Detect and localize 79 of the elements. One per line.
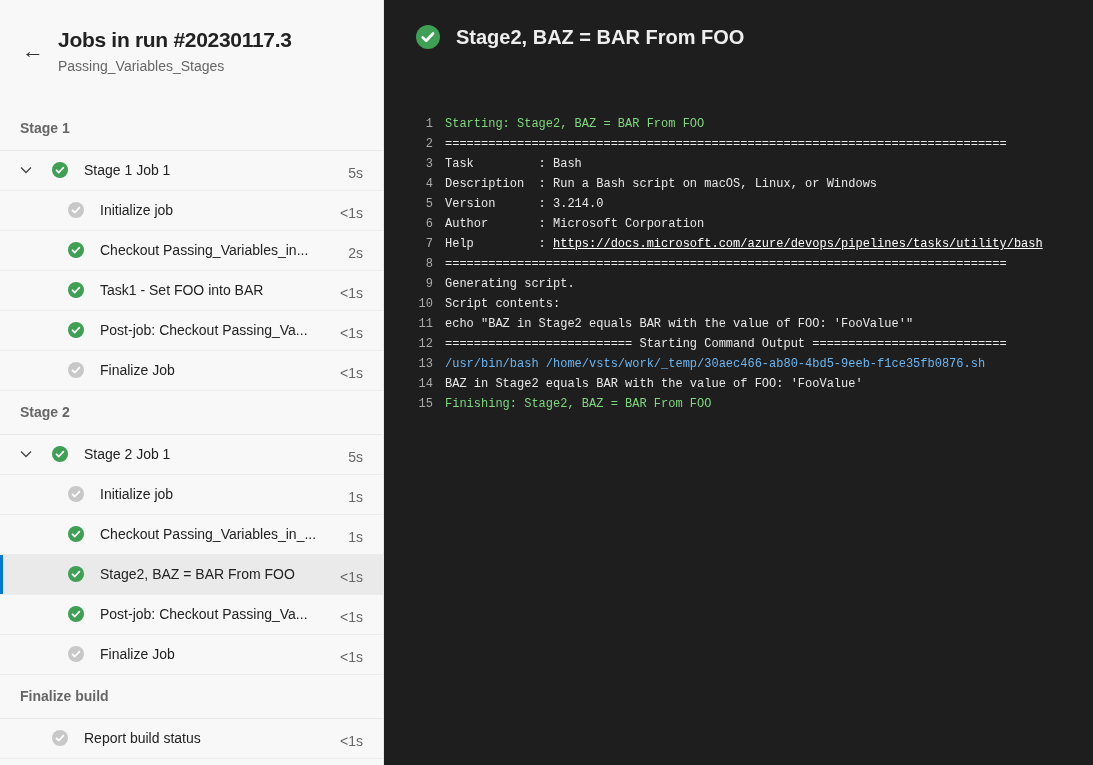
step-row[interactable]: Checkout Passing_Variables_in... 2s xyxy=(0,230,383,271)
step-name: Post-job: Checkout Passing_Va... xyxy=(100,604,308,624)
log-title: Stage2, BAZ = BAR From FOO xyxy=(456,25,745,50)
log-line: Script contents: xyxy=(445,296,561,313)
link[interactable]: https://docs.microsoft.com/azure/devops/pipelines/tasks/utility/bash xyxy=(553,237,1043,251)
log-line: /usr/bin/bash /home/vsts/work/_temp/30aec466-ab80-4bd5-9eeb-f1ce35fb0876.sh xyxy=(445,356,986,373)
line-number: 7 xyxy=(424,236,433,253)
line-number: 11 xyxy=(417,316,433,333)
log-line: Version : 3.214.0 xyxy=(445,196,604,213)
step-row[interactable]: Post-job: Checkout Passing_Va... <1s xyxy=(0,310,383,351)
log-line: BAZ in Stage2 equals BAR with the value of FOO: 'FooValue' xyxy=(445,376,863,393)
log-line: Generating script. xyxy=(445,276,575,293)
duration: <1s xyxy=(340,567,363,587)
step-name: Finalize Job xyxy=(100,360,175,380)
duration: 5s xyxy=(348,163,363,183)
job-name: Stage 2 Job 1 xyxy=(84,444,171,464)
line-number: 13 xyxy=(417,356,433,373)
line-number: 3 xyxy=(424,156,433,173)
pipeline-name: Passing_Variables_Stages xyxy=(58,56,226,76)
line-number: 14 xyxy=(417,376,433,393)
duration: <1s xyxy=(340,283,363,303)
step-row[interactable]: Initialize job 1s xyxy=(0,474,383,515)
stage-heading: Stage 2 xyxy=(0,390,383,435)
line-number: 1 xyxy=(424,116,433,133)
page-title: Jobs in run #20230117.3 xyxy=(58,27,292,53)
step-name: Initialize job xyxy=(100,484,174,504)
log-line: ============================================================================== xyxy=(445,256,1007,273)
job-row[interactable]: Stage 1 Job 1 5s xyxy=(0,150,383,191)
line-number: 6 xyxy=(424,216,433,233)
job-row[interactable]: Report build status <1s xyxy=(0,718,383,759)
step-name: Post-job: Checkout Passing_Va... xyxy=(100,320,308,340)
log-line: ============================================================================== xyxy=(445,136,1007,153)
back-button[interactable]: ← xyxy=(22,26,44,77)
duration: <1s xyxy=(340,363,363,383)
job-row[interactable]: Stage 2 Job 1 5s xyxy=(0,434,383,475)
line-number: 5 xyxy=(424,196,433,213)
step-row[interactable]: Checkout Passing_Variables_in_... 1s xyxy=(0,514,383,555)
log-line: Finishing: Stage2, BAZ = BAR From FOO xyxy=(445,396,712,413)
duration: 1s xyxy=(348,487,363,507)
duration: <1s xyxy=(340,731,363,751)
line-number: 4 xyxy=(424,176,433,193)
job-name: Report build status xyxy=(84,728,201,748)
line-number: 9 xyxy=(424,276,433,293)
log-line: ========================== Starting Command Output =========================== xyxy=(445,336,1007,353)
step-row[interactable]: Initialize job <1s xyxy=(0,190,383,231)
step-name: Checkout Passing_Variables_in... xyxy=(100,240,309,260)
chevron-down-icon[interactable] xyxy=(20,166,32,174)
log-line: Author : Microsoft Corporation xyxy=(445,216,705,233)
step-name: Task1 - Set FOO into BAR xyxy=(100,280,264,300)
step-name: Stage2, BAZ = BAR From FOO xyxy=(100,564,295,584)
step-name: Initialize job xyxy=(100,200,174,220)
line-number: 8 xyxy=(424,256,433,273)
duration: 1s xyxy=(348,527,363,547)
duration: <1s xyxy=(340,607,363,627)
line-number: 12 xyxy=(417,336,433,353)
job-name: Stage 1 Job 1 xyxy=(84,160,171,180)
line-number: 15 xyxy=(417,396,433,413)
step-row[interactable]: Post-job: Checkout Passing_Va... <1s xyxy=(0,594,383,635)
log-line: Help : https://docs.microsoft.com/azure/devops/pipelines/tasks/utility/bash xyxy=(445,236,1043,253)
step-row[interactable]: Task1 - Set FOO into BAR <1s xyxy=(0,270,383,311)
step-name: Checkout Passing_Variables_in_... xyxy=(100,524,317,544)
line-number: 10 xyxy=(417,296,433,313)
chevron-down-icon[interactable] xyxy=(20,450,32,458)
line-number: 2 xyxy=(424,136,433,153)
log-line: Description : Run a Bash script on macOS, Linux, or Windows xyxy=(445,176,878,193)
step-row[interactable]: Finalize Job <1s xyxy=(0,350,383,391)
duration: 5s xyxy=(348,447,363,467)
log-line: Task : Bash xyxy=(445,156,582,173)
stage-heading: Finalize build xyxy=(0,674,383,719)
duration: <1s xyxy=(340,203,363,223)
duration: <1s xyxy=(340,647,363,667)
log-line: Starting: Stage2, BAZ = BAR From FOO xyxy=(445,116,705,133)
stage-heading: Stage 1 xyxy=(0,106,383,151)
log-line: echo "BAZ in Stage2 equals BAR with the value of FOO: 'FooValue'" xyxy=(445,316,914,333)
duration: <1s xyxy=(340,323,363,343)
step-row[interactable]: Stage2, BAZ = BAR From FOO <1s xyxy=(0,554,383,595)
step-name: Finalize Job xyxy=(100,644,175,664)
duration: 2s xyxy=(348,243,363,263)
step-row[interactable]: Finalize Job <1s xyxy=(0,634,383,675)
